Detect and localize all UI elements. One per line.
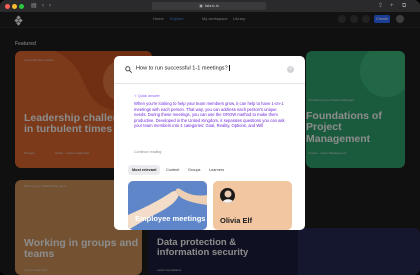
search-icon bbox=[125, 66, 132, 73]
sparkle-icon: ✧ bbox=[134, 94, 138, 98]
address-bar-url: fabric.io bbox=[204, 3, 219, 8]
result-title: Olivia Elf bbox=[220, 216, 253, 225]
search-query: How to run successful 1-1 meetings? bbox=[136, 65, 228, 72]
quick-answer-text: When you're looking to help your team me… bbox=[134, 101, 285, 128]
minimize-window-button[interactable] bbox=[12, 4, 17, 9]
forward-icon[interactable]: › bbox=[49, 2, 51, 10]
tab-learners[interactable]: Learners bbox=[209, 165, 224, 175]
browser-window: ▤ ‹ › ▣ fabric.io ⇪ + ⧉ Home Explore My w… bbox=[0, 0, 420, 275]
quick-answer-label-text: Quick answer bbox=[138, 94, 160, 98]
text-caret bbox=[228, 65, 230, 71]
continue-reading-link[interactable]: Continue reading bbox=[134, 150, 161, 154]
close-window-button[interactable] bbox=[5, 4, 10, 9]
tab-most-relevant[interactable]: Most relevant bbox=[128, 165, 161, 175]
share-icon[interactable]: ⇪ bbox=[378, 2, 383, 10]
zoom-window-button[interactable] bbox=[19, 4, 24, 9]
tab-groups[interactable]: Groups bbox=[188, 165, 200, 175]
sidebar-toggle-icon[interactable]: ▤ bbox=[31, 2, 37, 10]
new-tab-icon[interactable]: + bbox=[390, 2, 394, 10]
result-title: Employee meetings bbox=[135, 214, 206, 223]
avatar-portrait bbox=[222, 190, 234, 203]
browser-toolbar: ▤ ‹ › ▣ fabric.io ⇪ + ⧉ bbox=[0, 0, 420, 12]
back-icon[interactable]: ‹ bbox=[42, 2, 44, 10]
quick-answer-label: ✧ Quick answer bbox=[134, 94, 160, 98]
result-card-employee-meetings[interactable]: Employee meetings bbox=[128, 181, 207, 230]
tab-content[interactable]: Content bbox=[166, 165, 179, 175]
search-input[interactable]: How to run successful 1-1 meetings? bbox=[136, 65, 230, 72]
clear-search-icon[interactable]: × bbox=[287, 66, 294, 73]
search-bar: How to run successful 1-1 meetings? × bbox=[114, 56, 305, 84]
result-card-olivia-elf[interactable]: Olivia Elf bbox=[213, 181, 292, 230]
avatar bbox=[220, 188, 235, 203]
tab-overview-icon[interactable]: ⧉ bbox=[402, 2, 406, 10]
address-bar[interactable]: ▣ fabric.io bbox=[152, 2, 266, 10]
lock-icon: ▣ bbox=[199, 3, 203, 8]
